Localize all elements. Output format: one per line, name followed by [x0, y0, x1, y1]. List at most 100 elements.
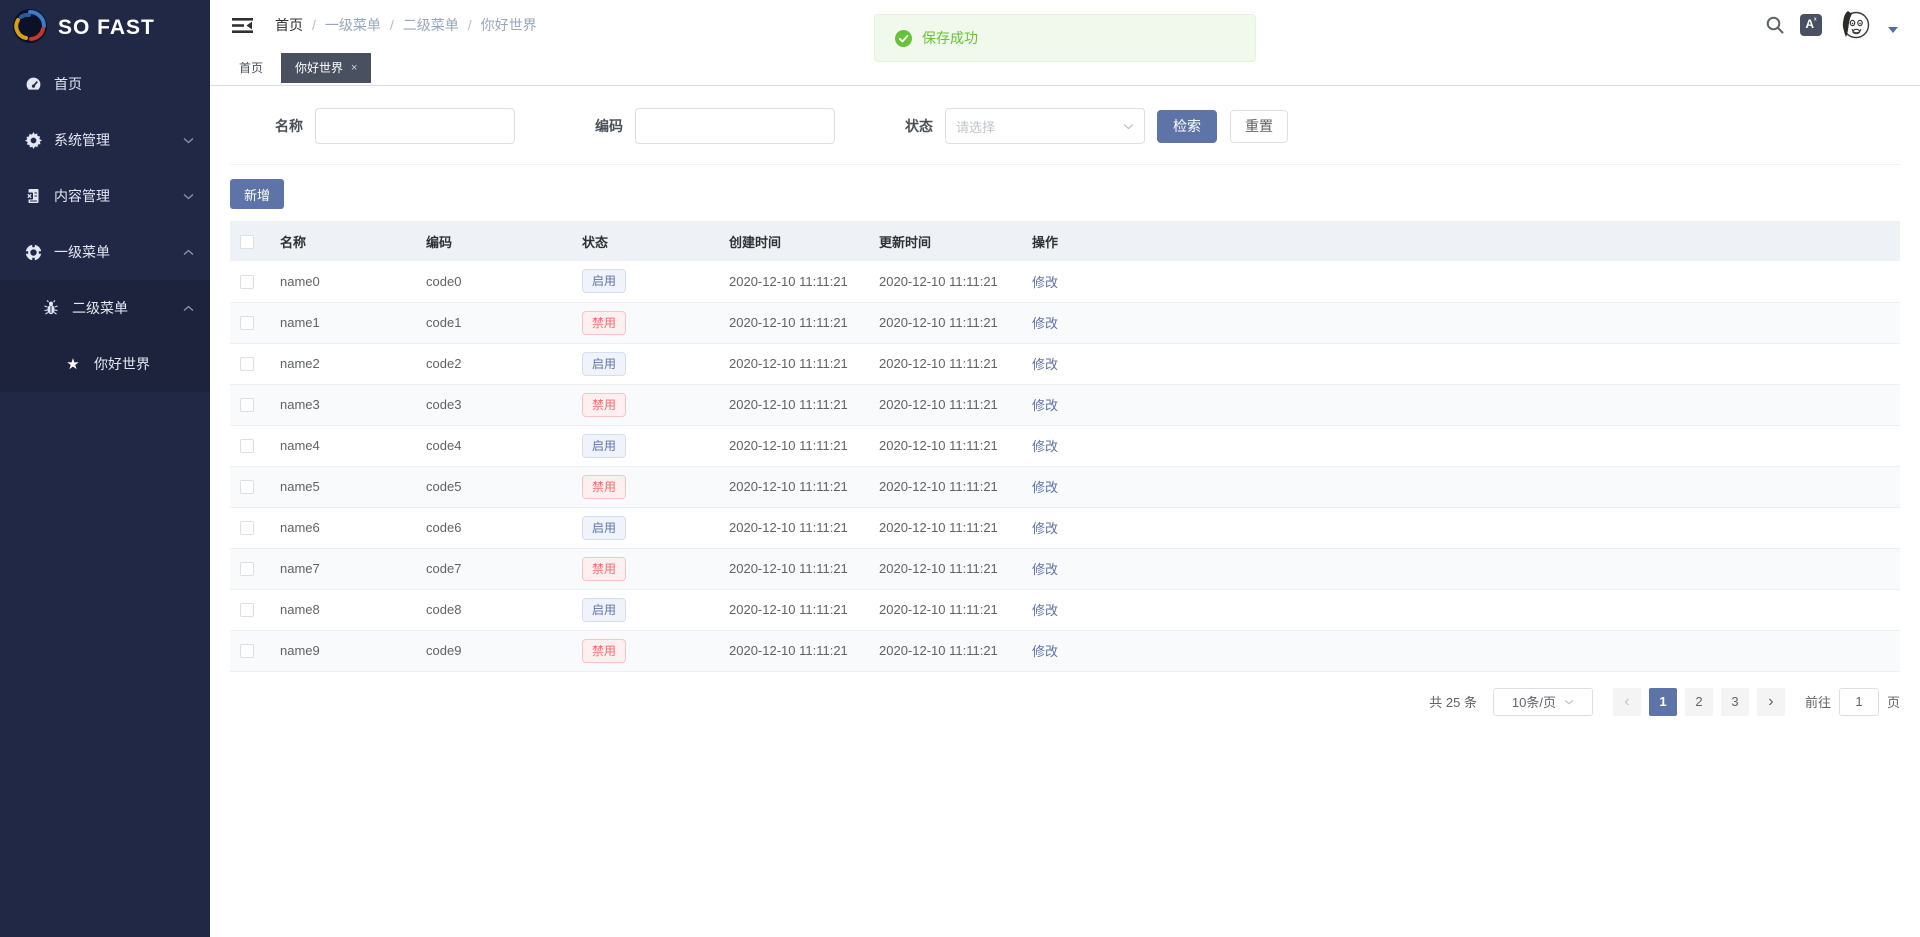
row-checkbox[interactable]: [240, 357, 254, 371]
sidebar-item-hello-world[interactable]: ★ 你好世界: [0, 336, 210, 392]
cell-created: 2020-12-10 11:11:21: [719, 384, 869, 425]
sidebar-item-label: 你好世界: [94, 354, 150, 374]
breadcrumb-item-level1[interactable]: 一级菜单: [325, 15, 381, 35]
row-checkbox[interactable]: [240, 562, 254, 576]
prev-page-button[interactable]: ‹: [1613, 688, 1641, 716]
breadcrumb-item-home[interactable]: 首页: [275, 15, 303, 35]
chevron-up-icon: [183, 305, 194, 312]
table-row: name7 code7 禁用 2020-12-10 11:11:21 2020-…: [230, 548, 1900, 589]
edit-link[interactable]: 修改: [1032, 480, 1058, 495]
cell-created: 2020-12-10 11:11:21: [719, 507, 869, 548]
sidebar-menu: 首页 系统管理 内容管理 一级菜单: [0, 56, 210, 392]
code-input[interactable]: [635, 108, 835, 144]
page-size-select[interactable]: 10条/页: [1493, 688, 1593, 716]
tab-label: 你好世界: [295, 59, 343, 76]
name-input[interactable]: [315, 108, 515, 144]
breadcrumb-separator: /: [312, 17, 316, 33]
header-status: 状态: [572, 221, 719, 261]
table-row: name0 code0 启用 2020-12-10 11:11:21 2020-…: [230, 261, 1900, 302]
page-button-3[interactable]: 3: [1721, 688, 1749, 716]
table-body: name0 code0 启用 2020-12-10 11:11:21 2020-…: [230, 261, 1900, 671]
menu-fold-icon[interactable]: [232, 17, 253, 34]
cell-updated: 2020-12-10 11:11:21: [869, 302, 1022, 343]
page-button-1[interactable]: 1: [1649, 688, 1677, 716]
dashboard-icon: [24, 76, 42, 93]
tab-hello-world[interactable]: 你好世界 ×: [281, 53, 371, 83]
chevron-down-icon: [183, 137, 194, 144]
add-button[interactable]: 新增: [230, 179, 284, 209]
edit-link[interactable]: 修改: [1032, 357, 1058, 372]
row-checkbox[interactable]: [240, 644, 254, 658]
header-updated: 更新时间: [869, 221, 1022, 261]
goto-page-input[interactable]: [1839, 688, 1879, 716]
next-page-button[interactable]: ›: [1757, 688, 1785, 716]
cell-updated: 2020-12-10 11:11:21: [869, 548, 1022, 589]
success-toast: 保存成功: [874, 14, 1256, 62]
pager-pages: 123: [1645, 688, 1753, 716]
tab-home[interactable]: 首页: [225, 53, 277, 83]
row-checkbox[interactable]: [240, 398, 254, 412]
breadcrumb: 首页 / 一级菜单 / 二级菜单 / 你好世界: [275, 15, 537, 35]
cell-created: 2020-12-10 11:11:21: [719, 425, 869, 466]
row-checkbox[interactable]: [240, 480, 254, 494]
cell-name: name2: [270, 343, 416, 384]
user-caret-down-icon[interactable]: [1888, 27, 1898, 33]
row-checkbox[interactable]: [240, 521, 254, 535]
sidebar-item-label: 内容管理: [54, 186, 110, 206]
edit-link[interactable]: 修改: [1032, 603, 1058, 618]
page-button-2[interactable]: 2: [1685, 688, 1713, 716]
edit-link[interactable]: 修改: [1032, 275, 1058, 290]
row-checkbox[interactable]: [240, 316, 254, 330]
status-badge: 禁用: [582, 557, 626, 581]
cell-updated: 2020-12-10 11:11:21: [869, 384, 1022, 425]
cell-created: 2020-12-10 11:11:21: [719, 630, 869, 671]
cell-updated: 2020-12-10 11:11:21: [869, 425, 1022, 466]
status-badge: 禁用: [582, 311, 626, 335]
edit-link[interactable]: 修改: [1032, 316, 1058, 331]
cell-code: code7: [416, 548, 572, 589]
pagination-total: 共 25 条: [1429, 692, 1477, 711]
cell-code: code3: [416, 384, 572, 425]
pagination-goto: 前往 页: [1805, 688, 1900, 716]
edit-link[interactable]: 修改: [1032, 562, 1058, 577]
reset-button[interactable]: 重置: [1230, 110, 1288, 143]
goto-prefix: 前往: [1805, 692, 1831, 711]
status-label: 状态: [905, 116, 933, 136]
logo[interactable]: SO FAST: [0, 0, 210, 56]
search-icon[interactable]: [1766, 16, 1784, 34]
status-badge: 启用: [582, 269, 626, 293]
edit-link[interactable]: 修改: [1032, 439, 1058, 454]
cell-code: code0: [416, 261, 572, 302]
sidebar-item-content[interactable]: 内容管理: [0, 168, 210, 224]
edit-link[interactable]: 修改: [1032, 398, 1058, 413]
cell-name: name8: [270, 589, 416, 630]
breadcrumb-item-current: 你好世界: [481, 15, 537, 35]
status-select[interactable]: 请选择: [945, 108, 1145, 144]
row-checkbox[interactable]: [240, 275, 254, 289]
select-all-checkbox[interactable]: [240, 235, 254, 249]
cell-name: name1: [270, 302, 416, 343]
cell-name: name7: [270, 548, 416, 589]
row-checkbox[interactable]: [240, 439, 254, 453]
breadcrumb-item-level2[interactable]: 二级菜单: [403, 15, 459, 35]
row-checkbox[interactable]: [240, 603, 254, 617]
sidebar-item-system[interactable]: 系统管理: [0, 112, 210, 168]
filter-form: 名称 编码 状态 请选择 检索 重置: [230, 86, 1900, 165]
table-row: name1 code1 禁用 2020-12-10 11:11:21 2020-…: [230, 302, 1900, 343]
sidebar-item-level2-menu[interactable]: 二级菜单: [0, 280, 210, 336]
status-badge: 启用: [582, 516, 626, 540]
sidebar-item-level1-menu[interactable]: 一级菜单: [0, 224, 210, 280]
edit-link[interactable]: 修改: [1032, 644, 1058, 659]
table-row: name2 code2 启用 2020-12-10 11:11:21 2020-…: [230, 343, 1900, 384]
sidebar-item-home[interactable]: 首页: [0, 56, 210, 112]
navbar-actions: Aˣ: [1766, 8, 1898, 42]
header-created: 创建时间: [719, 221, 869, 261]
page-content: 名称 编码 状态 请选择 检索 重置 新增: [210, 86, 1920, 937]
search-button[interactable]: 检索: [1157, 110, 1217, 143]
main-area: 首页 / 一级菜单 / 二级菜单 / 你好世界 Aˣ: [210, 0, 1920, 937]
avatar[interactable]: [1838, 8, 1872, 42]
font-size-icon[interactable]: Aˣ: [1800, 14, 1822, 36]
edit-link[interactable]: 修改: [1032, 521, 1058, 536]
close-icon[interactable]: ×: [351, 62, 357, 74]
filter-group-status: 状态 请选择: [905, 108, 1145, 144]
